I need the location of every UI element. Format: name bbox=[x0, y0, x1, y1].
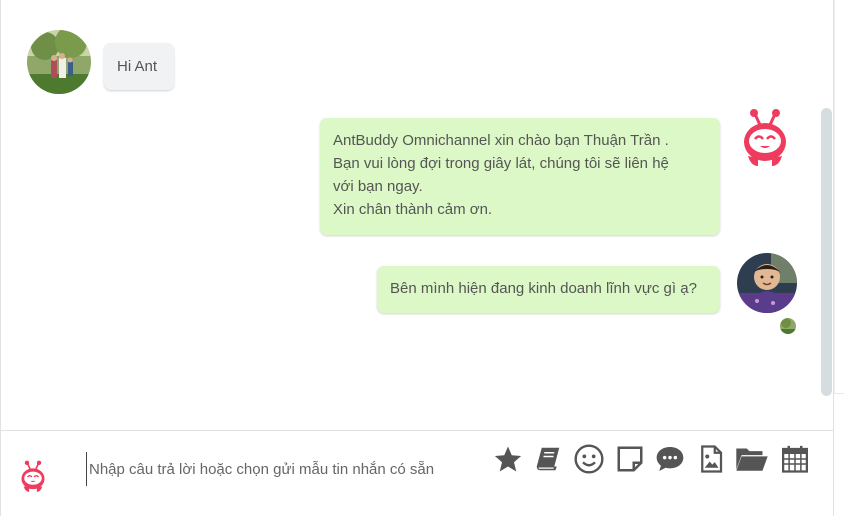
message-text: Bên mình hiện đang kinh doanh lĩnh vực g… bbox=[390, 280, 697, 297]
smiley-icon[interactable] bbox=[572, 442, 606, 476]
message-text: Hi Ant bbox=[117, 58, 158, 75]
star-icon[interactable] bbox=[491, 442, 525, 476]
antbuddy-bot-avatar bbox=[740, 106, 790, 168]
chat-bubbles-icon[interactable] bbox=[653, 442, 687, 476]
message-line: AntBuddy Omnichannel xin chào bạn Thuận … bbox=[333, 132, 669, 149]
book-icon[interactable] bbox=[531, 442, 565, 476]
outgoing-message-bubble: AntBuddy Omnichannel xin chào bạn Thuận … bbox=[320, 118, 720, 235]
message-line: với bạn ngay. bbox=[333, 178, 423, 195]
note-icon[interactable] bbox=[613, 442, 647, 476]
image-file-icon[interactable] bbox=[694, 442, 728, 476]
message-line: Xin chân thành cảm ơn. bbox=[333, 201, 493, 218]
scrollbar[interactable] bbox=[821, 108, 832, 396]
calendar-icon[interactable] bbox=[778, 442, 812, 476]
customer-avatar[interactable] bbox=[27, 30, 91, 94]
seen-indicator-avatar bbox=[780, 318, 796, 334]
outgoing-message-bubble: Bên mình hiện đang kinh doanh lĩnh vực g… bbox=[377, 266, 720, 313]
incoming-message-bubble: Hi Ant bbox=[104, 43, 174, 90]
reply-input[interactable] bbox=[86, 452, 479, 486]
message-line: Bạn vui lòng đợi trong giây lát, chúng t… bbox=[333, 155, 669, 172]
folder-open-icon[interactable] bbox=[735, 442, 769, 476]
composer-divider bbox=[0, 430, 834, 431]
agent-avatar[interactable] bbox=[737, 253, 797, 313]
antbuddy-logo-icon bbox=[18, 459, 48, 493]
panel-edge bbox=[834, 0, 844, 394]
